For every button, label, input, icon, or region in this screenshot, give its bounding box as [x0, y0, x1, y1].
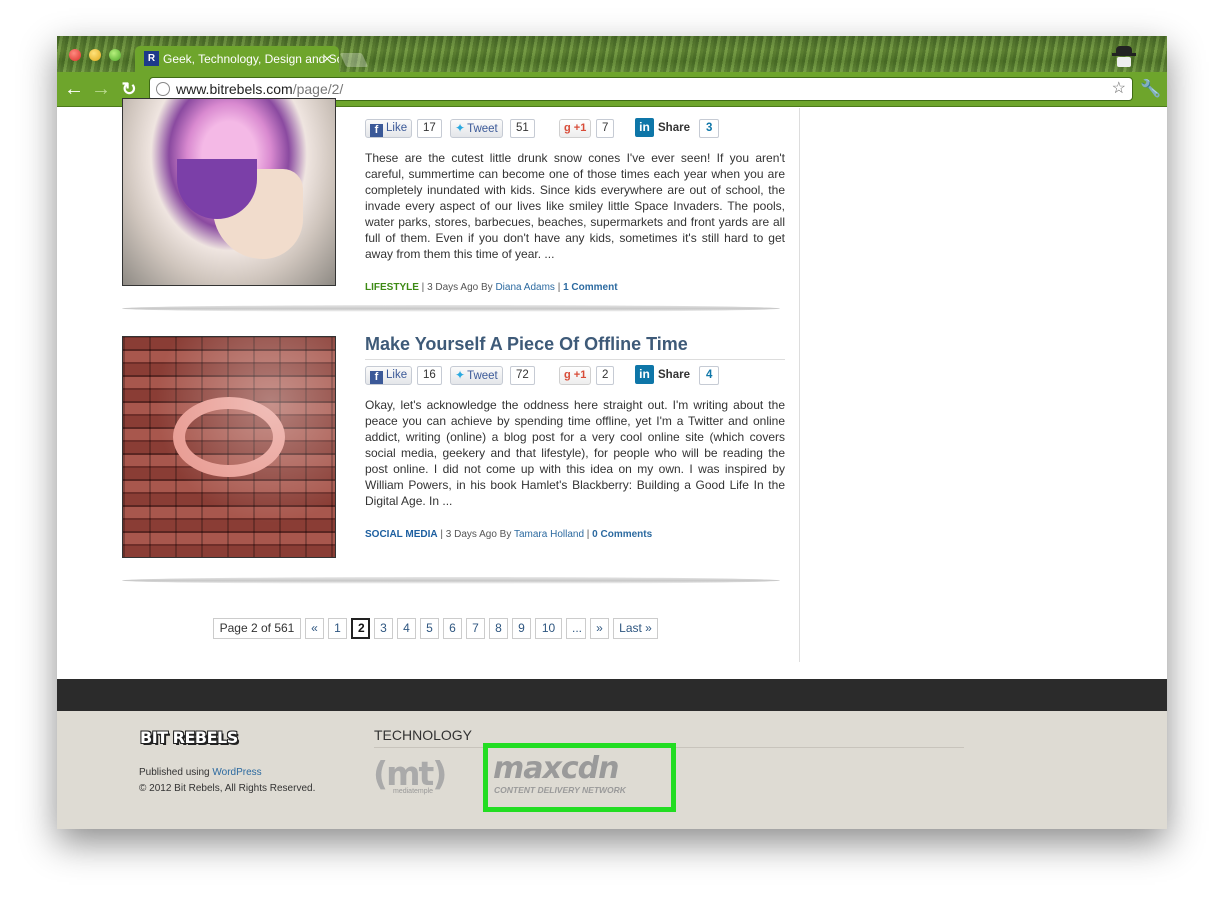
tweet-button[interactable]: ✦ Tweet [450, 119, 503, 138]
google-plus-button[interactable]: g +1 [559, 119, 592, 138]
reload-icon[interactable]: ↻ [118, 78, 140, 100]
comments-link[interactable]: 0 Comments [592, 529, 652, 540]
zoom-window-button[interactable] [109, 49, 121, 61]
minimize-window-button[interactable] [89, 49, 101, 61]
post-age: 3 Days Ago By [445, 529, 512, 540]
close-window-button[interactable] [69, 49, 81, 61]
facebook-like-button[interactable]: f Like [365, 366, 413, 385]
globe-icon [156, 82, 170, 96]
post-divider [122, 305, 780, 312]
mt-logo-sub: mediatemple [393, 788, 434, 795]
linkedin-icon: in [635, 365, 654, 385]
like-count: 17 [417, 119, 442, 138]
post-2: Make Yourself A Piece Of Offline Time fL… [365, 334, 785, 540]
category-link[interactable]: SOCIAL MEDIA [365, 529, 438, 540]
copyright: © 2012 Bit Rebels, All Rights Reserved. [139, 783, 316, 794]
wrench-icon[interactable]: 🔧 [1140, 79, 1161, 99]
maxcdn-logo-sub: CONTENT DELIVERY NETWORK [494, 785, 626, 795]
author-link[interactable]: Diana Adams [495, 282, 554, 293]
post-excerpt: Okay, let's acknowledge the oddness here… [365, 398, 785, 508]
bit-rebels-logo[interactable]: BIT REBELS [140, 728, 238, 747]
bookmark-star-icon[interactable]: ☆ [1112, 78, 1126, 100]
post-title[interactable]: Make Yourself A Piece Of Offline Time [365, 334, 785, 360]
share-count: 4 [699, 366, 720, 385]
share-label: Share [658, 122, 690, 134]
page-link-4[interactable]: 4 [397, 618, 416, 639]
comments-link[interactable]: 1 Comment [563, 282, 617, 293]
post-thumbnail-snow-cone[interactable] [122, 98, 336, 286]
linkedin-icon: in [635, 118, 654, 138]
maxcdn-logo-text: maxcdn [493, 751, 619, 786]
footer-bar [57, 679, 1167, 711]
mt-logo-text: (mt) [373, 754, 447, 793]
twitter-icon: ✦ [455, 121, 466, 135]
facebook-icon: f [370, 124, 383, 137]
page-link-1[interactable]: 1 [328, 618, 347, 639]
back-icon[interactable]: ← [63, 78, 85, 100]
gplus-count: 7 [596, 119, 615, 138]
gplus-label: +1 [573, 369, 587, 381]
page-current-2: 2 [351, 618, 370, 639]
page-link-8[interactable]: 8 [489, 618, 508, 639]
sidebar-divider [799, 108, 800, 662]
tab-title: Geek, Technology, Design and Social Medi… [163, 52, 339, 66]
wordpress-link[interactable]: WordPress [212, 767, 261, 778]
post-excerpt: These are the cutest little drunk snow c… [365, 151, 785, 261]
post-1: f Like 17 ✦ Tweet 51 g +1 7 in Share 3 Thes… [365, 113, 785, 293]
page-link-9[interactable]: 9 [512, 618, 531, 639]
facebook-like-button[interactable]: f Like [365, 119, 413, 138]
tweet-count: 72 [510, 366, 535, 385]
tweet-label: Tweet [467, 370, 498, 382]
page-link-3[interactable]: 3 [374, 618, 393, 639]
mediatemple-logo[interactable]: (mt) mediatemple [373, 756, 473, 798]
footer: BIT REBELS Published using WordPress © 2… [57, 711, 1167, 829]
first-page-link[interactable]: « [305, 618, 324, 639]
share-label: Share [658, 369, 690, 381]
forward-icon[interactable]: → [90, 78, 112, 100]
title-bar: R Geek, Technology, Design and Social Me… [57, 36, 1167, 72]
published-prefix: Published using [139, 767, 210, 778]
tweet-button[interactable]: ✦ Tweet [450, 366, 503, 385]
tab-close-icon[interactable]: × [323, 46, 331, 72]
page-link-6[interactable]: 6 [443, 618, 462, 639]
share-count: 3 [699, 119, 720, 138]
url-path: /page/2/ [292, 81, 344, 97]
gplus-label: +1 [573, 122, 587, 134]
published-line: Published using WordPress [139, 767, 262, 778]
category-link[interactable]: LIFESTYLE [365, 282, 419, 293]
post-divider [122, 577, 780, 584]
browser-window: R Geek, Technology, Design and Social Me… [57, 36, 1167, 829]
social-bar: f Like 17 ✦ Tweet 51 g +1 7 in Share 3 [365, 117, 785, 141]
google-plus-button[interactable]: g +1 [559, 366, 592, 385]
page-link-5[interactable]: 5 [420, 618, 439, 639]
page-link-10[interactable]: 10 [535, 618, 562, 639]
social-bar: f Like 16 ✦ Tweet 72 g +1 2 in Share 4 [365, 364, 785, 388]
tweet-count: 51 [510, 119, 535, 138]
twitter-icon: ✦ [455, 368, 466, 382]
incognito-icon [1112, 44, 1136, 68]
facebook-icon: f [370, 371, 383, 384]
pagination-info: Page 2 of 561 [213, 618, 301, 639]
gplus-count: 2 [596, 366, 615, 385]
favicon-icon: R [144, 51, 159, 66]
tweet-label: Tweet [467, 123, 498, 135]
next-page-link[interactable]: » [590, 618, 609, 639]
url-host: www.bitrebels.com [176, 81, 293, 97]
pagination-ellipsis: ... [566, 618, 586, 639]
maxcdn-logo-highlight[interactable]: maxcdn CONTENT DELIVERY NETWORK [483, 743, 676, 812]
like-count: 16 [417, 366, 442, 385]
like-label: Like [386, 122, 408, 134]
author-link[interactable]: Tamara Holland [514, 529, 584, 540]
linkedin-share-button[interactable]: in Share [635, 365, 690, 386]
last-page-link[interactable]: Last » [613, 618, 658, 639]
post-meta: SOCIAL MEDIA | 3 Days Ago By Tamara Holl… [365, 529, 653, 540]
page-link-7[interactable]: 7 [466, 618, 485, 639]
post-thumbnail-peace-bricks[interactable] [122, 336, 336, 558]
like-label: Like [386, 369, 408, 381]
post-age: 3 Days Ago By [427, 282, 493, 293]
linkedin-share-button[interactable]: in Share [635, 118, 690, 139]
browser-tab[interactable]: R Geek, Technology, Design and Social Me… [135, 46, 339, 72]
post-meta: LIFESTYLE | 3 Days Ago By Diana Adams | … [365, 282, 618, 293]
